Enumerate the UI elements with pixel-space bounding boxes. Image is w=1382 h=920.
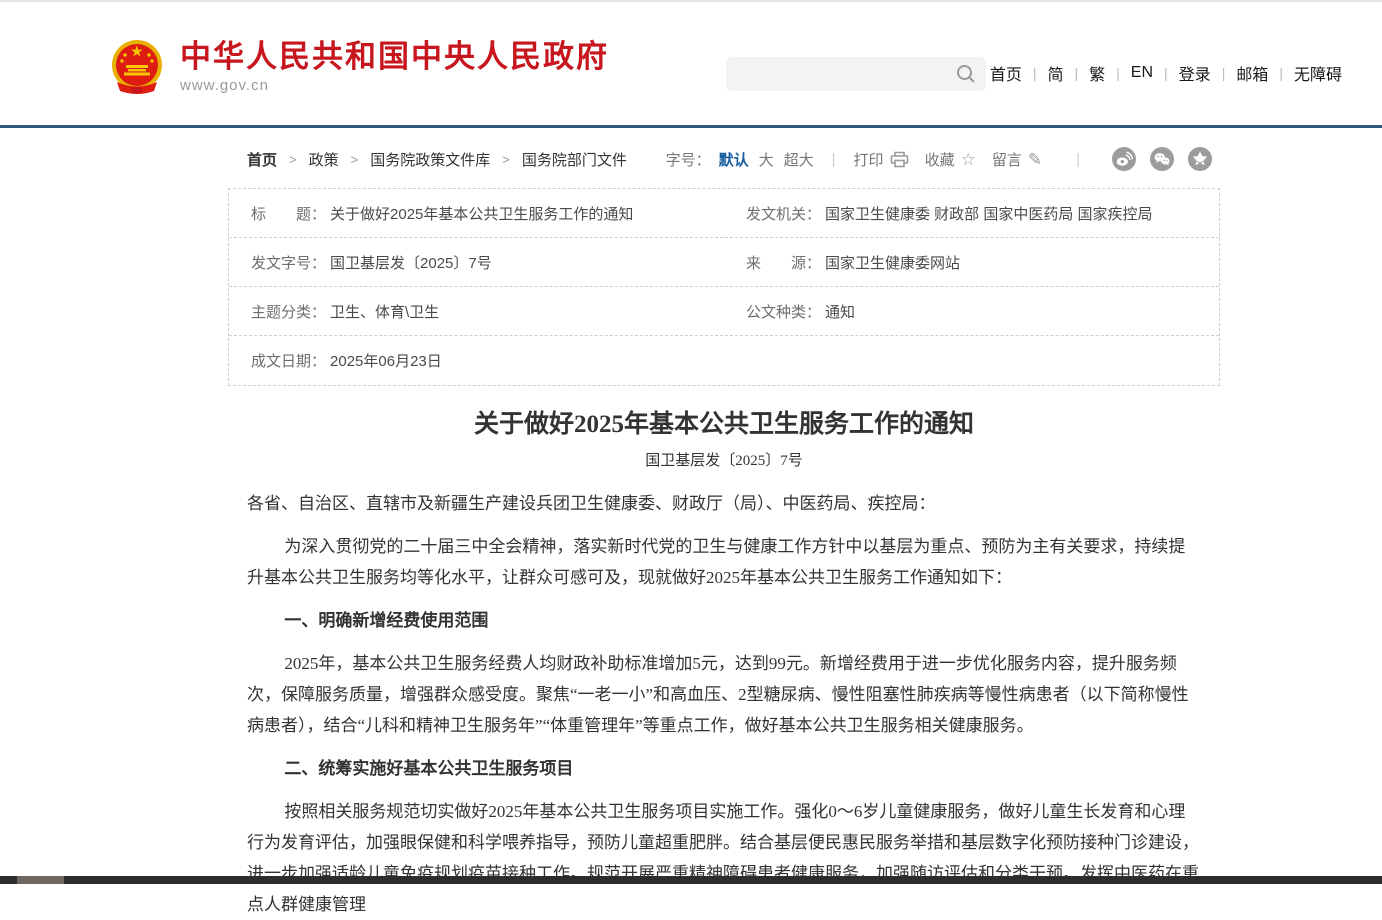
search-box[interactable] [726,57,986,91]
meta-value: 通知 [825,301,855,322]
meta-row: 发文字号： 国卫基层发〔2025〕7号 来 源： 国家卫生健康委网站 [229,238,1219,287]
meta-label: 发文字号： [251,252,326,273]
search-icon [955,63,977,85]
meta-label: 成文日期： [251,350,326,371]
article-paragraph: 按照相关服务规范切实做好2025年基本公共卫生服务项目实施工作。强化0～6岁儿童… [247,796,1201,920]
horizontal-scrollbar[interactable] [0,876,1382,884]
toolbar-separator: | [1076,151,1080,168]
font-size-large-button[interactable]: 大 [759,149,774,170]
nav-accessibility[interactable]: 无障碍 [1292,61,1344,85]
meta-row: 标 题： 关于做好2025年基本公共卫生服务工作的通知 发文机关： 国家卫生健康… [229,189,1219,238]
nav-home[interactable]: 首页 [988,61,1024,85]
article-section-heading-2: 二、统筹实施好基本公共卫生服务项目 [247,753,1201,784]
weibo-share-icon[interactable] [1112,147,1136,171]
meta-category-cell: 主题分类： 卫生、体育\卫生 [229,301,724,322]
site-logo[interactable]: 中华人民共和国中央人民政府 www.gov.cn [108,38,609,96]
meta-value: 国家卫生健康委网站 [825,252,960,273]
favorite-button[interactable]: 收藏 ☆ [925,149,976,170]
star-icon: ☆ [961,151,976,168]
meta-label: 发文机关： [746,203,821,224]
wechat-share-icon[interactable] [1150,147,1174,171]
nav-separator: | [1033,65,1037,81]
meta-docnum-cell: 发文字号： 国卫基层发〔2025〕7号 [229,252,724,273]
font-size-label: 字号： [666,149,711,170]
national-emblem-icon [108,38,166,96]
print-label: 打印 [854,149,884,170]
nav-separator: | [1222,65,1226,81]
article-title: 关于做好2025年基本公共卫生服务工作的通知 [247,408,1201,441]
meta-source-cell: 来 源： 国家卫生健康委网站 [724,252,1219,273]
main-content: 首页 > 政策 > 国务院政策文件库 > 国务院部门文件 字号： 默认 大 超大… [228,128,1220,920]
nav-english[interactable]: EN [1129,64,1155,82]
meta-row: 主题分类： 卫生、体育\卫生 公文种类： 通知 [229,287,1219,336]
meta-label: 来 源： [746,252,821,273]
article-doc-number: 国卫基层发〔2025〕7号 [247,449,1201,470]
breadcrumb-arrow-icon: > [502,152,510,167]
top-nav: 首页 | 简 | 繁 | EN | 登录 | 邮箱 | 无障碍 [988,61,1344,85]
meta-value: 国卫基层发〔2025〕7号 [330,252,492,273]
favorite-label: 收藏 [925,149,955,170]
nav-separator: | [1279,65,1283,81]
comment-button[interactable]: 留言 ✎ [992,149,1042,170]
site-url: www.gov.cn [180,77,609,94]
meta-value: 2025年06月23日 [330,350,442,371]
meta-label: 主题分类： [251,301,326,322]
article-salutation: 各省、自治区、直辖市及新疆生产建设兵团卫生健康委、财政厅（局）、中医药局、疾控局… [247,488,1201,519]
breadcrumb-arrow-icon: > [351,152,359,167]
meta-issuer-cell: 发文机关： 国家卫生健康委 财政部 国家中医药局 国家疾控局 [724,203,1219,224]
printer-icon [890,151,909,168]
meta-doctype-cell: 公文种类： 通知 [724,301,1219,322]
nav-mail[interactable]: 邮箱 [1234,61,1270,85]
meta-label: 标 题： [251,203,326,224]
nav-simplified[interactable]: 简 [1045,61,1065,85]
meta-title-cell: 标 题： 关于做好2025年基本公共卫生服务工作的通知 [229,203,724,224]
document-meta-table: 标 题： 关于做好2025年基本公共卫生服务工作的通知 发文机关： 国家卫生健康… [228,188,1220,386]
breadcrumb-current: 国务院部门文件 [522,149,627,170]
toolbar-separator: | [832,151,836,168]
meta-row: 成文日期： 2025年06月23日 [229,336,1219,385]
nav-separator: | [1164,65,1168,81]
article-section-heading-1: 一、明确新增经费使用范围 [247,605,1201,636]
meta-date-cell: 成文日期： 2025年06月23日 [229,350,724,371]
article-paragraph: 2025年，基本公共卫生服务经费人均财政补助标准增加5元，达到99元。新增经费用… [247,648,1201,741]
breadcrumb: 首页 > 政策 > 国务院政策文件库 > 国务院部门文件 [247,149,627,170]
document-toolbar: 字号： 默认 大 超大 | 打印 收藏 ☆ 留言 [666,147,1212,171]
meta-value: 国家卫生健康委 财政部 国家中医药局 国家疾控局 [825,203,1153,224]
print-button[interactable]: 打印 [854,149,909,170]
font-size-default-button[interactable]: 默认 [719,149,749,170]
article-paragraph: 为深入贯彻党的二十届三中全会精神，落实新时代党的卫生与健康工作方针中以基层为重点… [247,531,1201,593]
article: 关于做好2025年基本公共卫生服务工作的通知 国卫基层发〔2025〕7号 各省、… [228,408,1220,920]
breadcrumb-home[interactable]: 首页 [247,149,277,170]
share-icons [1098,147,1212,171]
search-input[interactable] [726,57,946,91]
meta-label: 公文种类： [746,301,821,322]
site-title: 中华人民共和国中央人民政府 [180,40,609,74]
article-body: 各省、自治区、直辖市及新疆生产建设兵团卫生健康委、财政厅（局）、中医药局、疾控局… [247,488,1201,920]
nav-traditional[interactable]: 繁 [1087,61,1107,85]
search-button[interactable] [946,57,986,91]
nav-separator: | [1116,65,1120,81]
pencil-icon: ✎ [1028,151,1042,168]
breadcrumb-policy-library[interactable]: 国务院政策文件库 [370,149,490,170]
nav-login[interactable]: 登录 [1177,61,1213,85]
nav-separator: | [1075,65,1079,81]
horizontal-scrollbar-thumb[interactable] [17,876,64,884]
comment-label: 留言 [992,149,1022,170]
qzone-share-icon[interactable] [1188,147,1212,171]
site-header: 中华人民共和国中央人民政府 www.gov.cn 首页 | 简 | 繁 | EN… [0,2,1382,125]
breadcrumb-toolbar-row: 首页 > 政策 > 国务院政策文件库 > 国务院部门文件 字号： 默认 大 超大… [228,128,1220,171]
meta-value: 卫生、体育\卫生 [330,301,439,322]
meta-value: 关于做好2025年基本公共卫生服务工作的通知 [330,203,633,224]
font-size-xlarge-button[interactable]: 超大 [784,149,814,170]
breadcrumb-policy[interactable]: 政策 [309,149,339,170]
breadcrumb-arrow-icon: > [289,152,297,167]
site-title-block: 中华人民共和国中央人民政府 www.gov.cn [180,40,609,94]
